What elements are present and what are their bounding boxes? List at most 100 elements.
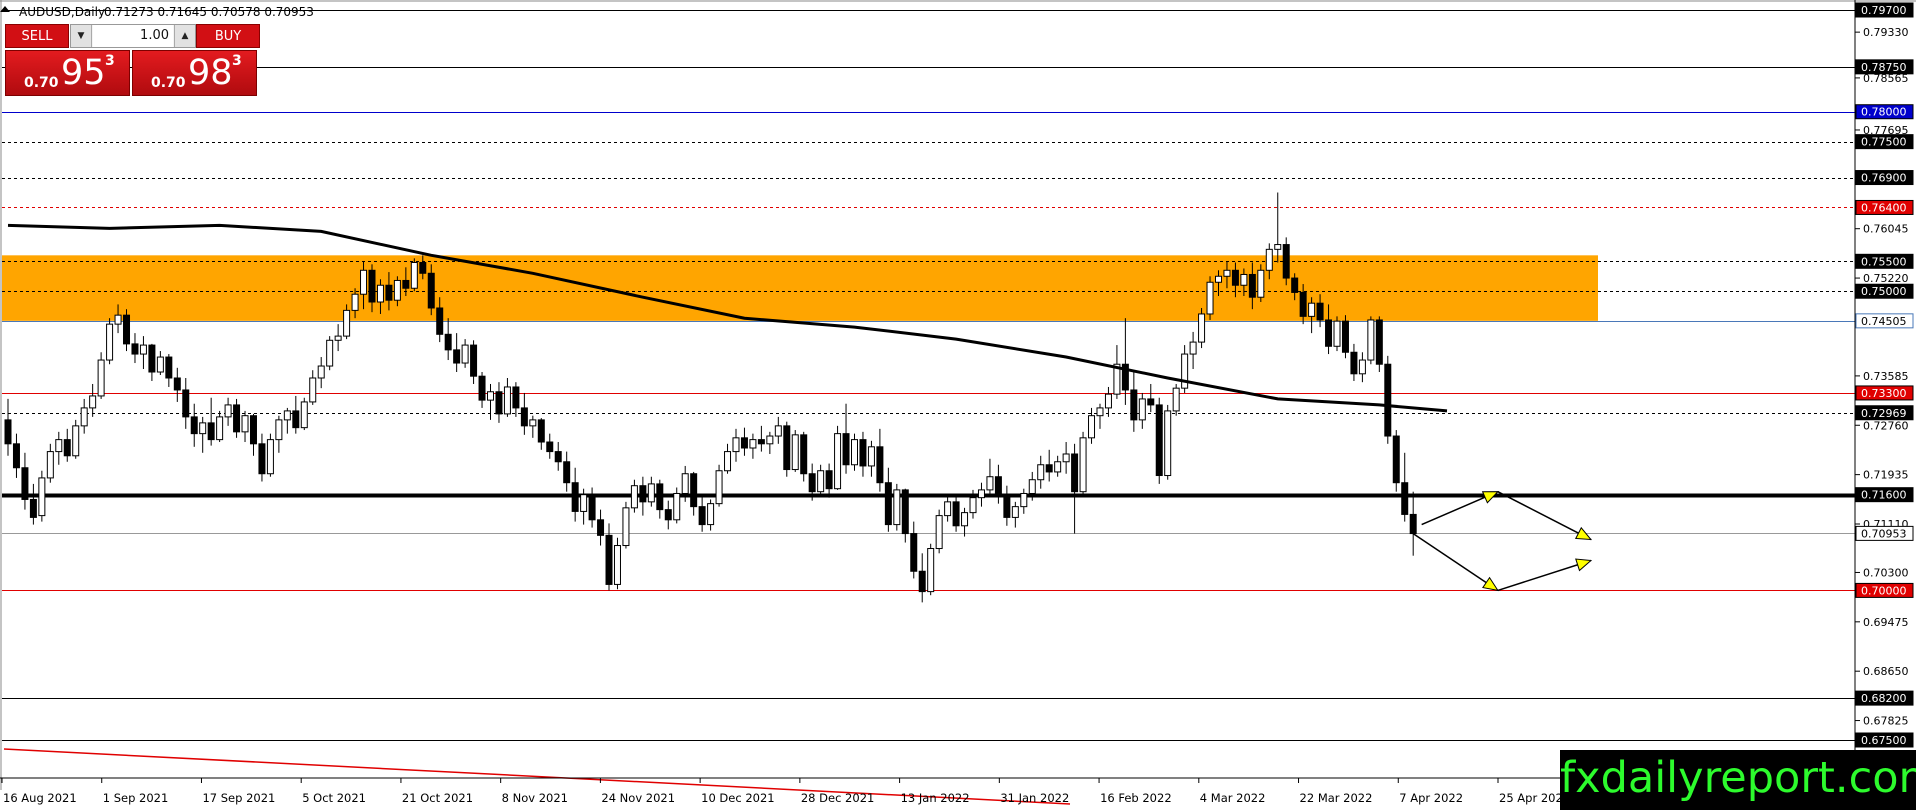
price-tick-label: 0.75220 [1863,272,1909,285]
candle-body [1409,513,1417,535]
candle-body [774,425,782,437]
candle-body [97,359,105,397]
volume-increase-icon[interactable]: ▲ [174,25,195,47]
candle-body [1138,398,1146,421]
date-tick-label: 13 Jan 2022 [901,791,970,805]
candle-body [901,489,909,535]
candle-body [495,391,503,415]
horizontal-levels [2,10,1855,741]
candle-body [1037,464,1045,481]
price-tick-label: 0.69475 [1863,616,1909,629]
candle-body [63,439,71,457]
candle-body [292,410,300,429]
price-label-text: 0.78000 [1861,106,1907,119]
candle-body [106,323,114,361]
candle-body [867,446,875,467]
ask-price-button[interactable]: 0.70 98 3 [132,50,257,96]
price-label-text: 0.76400 [1861,201,1907,214]
chart-header: AUDUSD,Daily 0.71273 0.71645 0.70578 0.7… [0,5,314,19]
candle-body [461,344,469,364]
candle-body [207,422,215,441]
candle-body [46,451,54,479]
candle-body [961,512,969,527]
candle-body [893,489,901,526]
candle-body [969,497,977,514]
volume-decrease-icon[interactable]: ▼ [71,25,92,47]
one-click-trading-panel: SELL ▼ 1.00 ▲ BUY 0.70 95 3 0.70 98 3 [5,24,260,96]
candle-body [1384,363,1392,437]
price-label-text: 0.79700 [1861,4,1907,17]
candle-body [537,419,545,443]
candle-body [605,534,613,585]
candle-body [673,492,681,521]
candle-body [622,507,630,547]
candle-body [977,489,985,499]
bid-price-button[interactable]: 0.70 95 3 [5,50,130,96]
price-label-text: 0.70953 [1861,527,1907,540]
projection-arrow-line [1497,491,1592,541]
candle-body [317,365,325,379]
ask-sup: 3 [232,53,242,69]
candle-body [952,501,960,527]
candle-body [385,284,393,301]
candle-body [182,389,190,418]
candle-body [1257,269,1265,298]
candle-body [986,476,994,491]
candle-body [707,503,715,526]
price-tick-label: 0.76045 [1863,223,1909,236]
candle-body [190,416,198,435]
candle-body [1054,461,1062,473]
candle-body [994,476,1002,497]
sell-button[interactable]: SELL [5,24,69,48]
candle-body [1316,302,1324,321]
candle-body [884,482,892,526]
candle-body [55,439,63,453]
candle-body [1350,351,1358,375]
candle-body [478,375,486,401]
candle-body [131,343,139,355]
price-label-text: 0.77500 [1861,136,1907,149]
candle-body [664,509,672,521]
buy-button[interactable]: BUY [196,24,260,48]
candle-body [630,485,638,509]
date-tick-label: 28 Dec 2021 [801,791,874,805]
candle-body [927,548,935,593]
ohlc-values: 0.71273 0.71645 0.70578 0.70953 [104,5,314,19]
candle-body [529,419,537,427]
candle-body [546,441,554,453]
price-axis: 0.793300.785650.776950.760450.752200.735… [1855,2,1914,748]
candle-body [851,439,858,466]
candle-body [647,483,655,503]
price-label-text: 0.78750 [1861,61,1907,74]
candle-body [334,335,342,341]
candle-body [588,494,596,521]
candle-body [512,386,520,409]
candle-body [1130,389,1138,421]
candle-body [757,439,765,445]
candle-body [876,446,884,484]
projection-arrow-line [1497,559,1592,592]
date-tick-label: 31 Jan 2022 [1000,791,1069,805]
price-tick-label: 0.72760 [1863,419,1909,432]
candle-body [1096,407,1104,417]
candle-body [766,435,774,445]
candle-body [503,386,511,415]
volume-input[interactable]: 1.00 [93,25,173,47]
price-label-text: 0.75500 [1861,255,1907,268]
candle-body [681,473,689,494]
candle-body [1392,435,1400,484]
candle-body [554,451,562,463]
candle-body [1223,269,1231,277]
candle-body [1401,482,1409,515]
candle-body [368,269,376,303]
candle-body [1172,387,1180,412]
candle-body [1231,269,1239,286]
date-axis: 16 Aug 2021 1 Sep 2021 17 Sep 2021 5 Oct 20… [1,778,1570,805]
candle-body [1299,291,1307,317]
candle-body [732,437,740,453]
candle-body [1198,313,1206,343]
candle-body [800,434,808,475]
candle-body [29,498,37,518]
candle-body [613,545,621,585]
watermark-logo: fxdailyreport.com [1560,750,1916,810]
